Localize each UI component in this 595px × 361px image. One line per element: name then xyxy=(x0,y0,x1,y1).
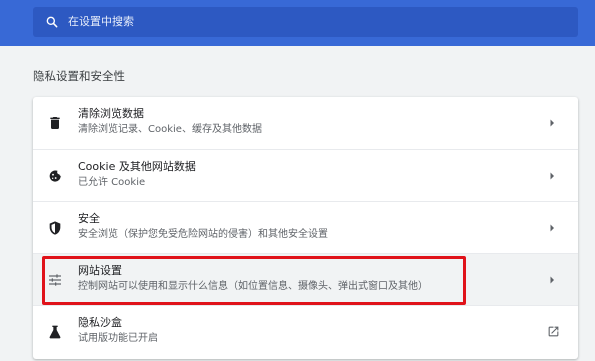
row-title: 隐私沙盒 xyxy=(78,316,122,329)
row-title: Cookie 及其他网站数据 xyxy=(78,160,196,173)
row-clear-browsing-data[interactable]: 清除浏览数据 清除浏览记录、Cookie、缓存及其他数据 xyxy=(33,97,578,149)
trash-icon xyxy=(50,117,60,129)
row-title: 清除浏览数据 xyxy=(78,107,144,120)
search-input[interactable]: 在设置中搜索 xyxy=(33,7,578,37)
top-toolbar: 在设置中搜索 xyxy=(0,0,595,46)
chevron-right-icon xyxy=(550,172,554,180)
row-subtitle: 试用版功能已开启 xyxy=(78,333,158,344)
chevron-right-icon xyxy=(550,224,554,232)
shield-icon xyxy=(49,221,61,235)
search-icon xyxy=(46,16,58,28)
chevron-right-icon xyxy=(550,119,554,127)
chevron-right-icon xyxy=(550,276,554,284)
flask-icon xyxy=(49,325,61,339)
highlight-annotation xyxy=(42,256,466,305)
search-placeholder: 在设置中搜索 xyxy=(68,15,134,28)
row-privacy-sandbox[interactable]: 隐私沙盒 试用版功能已开启 xyxy=(33,305,578,359)
row-subtitle: 清除浏览记录、Cookie、缓存及其他数据 xyxy=(78,124,262,135)
open-in-new-icon[interactable] xyxy=(547,325,560,338)
privacy-settings-card: 清除浏览数据 清除浏览记录、Cookie、缓存及其他数据 Cookie 及其他网… xyxy=(33,97,578,359)
row-security[interactable]: 安全 安全浏览（保护您免受危险网站的侵害）和其他安全设置 xyxy=(33,201,578,253)
section-title: 隐私设置和安全性 xyxy=(33,69,125,83)
row-title: 安全 xyxy=(78,212,100,225)
cookie-icon xyxy=(49,170,62,182)
row-cookies[interactable]: Cookie 及其他网站数据 已允许 Cookie xyxy=(33,149,578,201)
row-subtitle: 安全浏览（保护您免受危险网站的侵害）和其他安全设置 xyxy=(78,229,328,240)
row-subtitle: 已允许 Cookie xyxy=(78,177,146,188)
